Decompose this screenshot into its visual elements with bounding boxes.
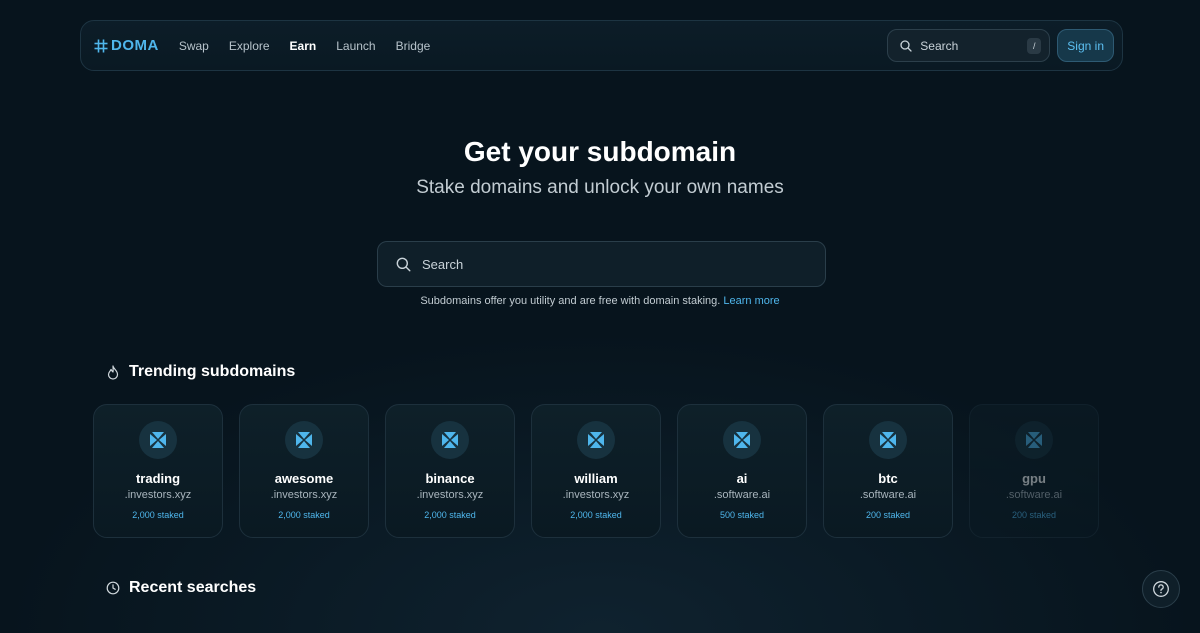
nav-right: Search / Sign in bbox=[887, 29, 1114, 62]
learn-more-link[interactable]: Learn more bbox=[723, 295, 779, 307]
card-domain: .software.ai bbox=[859, 489, 917, 501]
trending-cards: trading .investors.xyz 2,000 staked awes… bbox=[93, 404, 1099, 538]
flame-icon bbox=[107, 364, 119, 380]
nav-link-swap[interactable]: Swap bbox=[179, 39, 209, 53]
card-domain: .investors.xyz bbox=[416, 489, 484, 501]
subdomain-card[interactable]: btc .software.ai 200 staked bbox=[823, 404, 953, 538]
doma-token-icon bbox=[869, 421, 907, 459]
nav-link-earn[interactable]: Earn bbox=[290, 39, 317, 53]
doma-token-icon bbox=[1015, 421, 1053, 459]
doma-token-icon bbox=[285, 421, 323, 459]
card-name: trading bbox=[135, 471, 181, 486]
clock-icon bbox=[106, 581, 120, 595]
recent-heading: Recent searches bbox=[106, 579, 256, 597]
search-hint: Subdomains offer you utility and are fre… bbox=[0, 295, 1200, 307]
card-staked: 500 staked bbox=[719, 510, 765, 520]
card-staked: 2,000 staked bbox=[278, 510, 330, 520]
card-staked: 200 staked bbox=[1011, 510, 1057, 520]
card-name: awesome bbox=[274, 471, 334, 486]
search-shortcut-key: / bbox=[1027, 37, 1042, 54]
doma-token-icon bbox=[577, 421, 615, 459]
card-domain: .software.ai bbox=[713, 489, 771, 501]
recent-heading-text: Recent searches bbox=[129, 579, 257, 596]
card-name: binance bbox=[425, 471, 475, 486]
card-name: btc bbox=[878, 471, 898, 486]
subdomain-card[interactable]: trading .investors.xyz 2,000 staked bbox=[93, 404, 223, 538]
page-subtitle: Stake domains and unlock your own names bbox=[416, 177, 784, 198]
logo[interactable]: DOMA bbox=[94, 37, 159, 54]
subdomain-card[interactable]: ai .software.ai 500 staked bbox=[677, 404, 807, 538]
doma-token-icon bbox=[723, 421, 761, 459]
subdomain-card[interactable]: awesome .investors.xyz 2,000 staked bbox=[239, 404, 369, 538]
question-icon bbox=[1153, 581, 1169, 597]
card-domain: .investors.xyz bbox=[270, 489, 338, 501]
nav-link-launch[interactable]: Launch bbox=[336, 39, 375, 53]
doma-logo-icon bbox=[94, 39, 108, 52]
nav-link-explore[interactable]: Explore bbox=[229, 39, 270, 53]
nav-search-label: Search bbox=[920, 38, 959, 53]
subdomain-search-input[interactable] bbox=[422, 256, 807, 272]
card-staked: 2,000 staked bbox=[570, 510, 622, 520]
help-button[interactable] bbox=[1142, 570, 1180, 608]
nav-search-box[interactable]: Search / bbox=[887, 29, 1051, 62]
subdomain-search-box[interactable] bbox=[377, 241, 826, 287]
card-staked: 200 staked bbox=[865, 510, 911, 520]
card-domain: .software.ai bbox=[1005, 489, 1063, 501]
card-domain: .investors.xyz bbox=[562, 489, 630, 501]
card-staked: 2,000 staked bbox=[424, 510, 476, 520]
top-nav: DOMA Swap Explore Earn Launch Bridge Sea… bbox=[80, 20, 1123, 71]
nav-link-bridge[interactable]: Bridge bbox=[396, 39, 431, 53]
search-hint-text: Subdomains offer you utility and are fre… bbox=[420, 295, 721, 307]
logo-text: DOMA bbox=[111, 37, 159, 54]
card-domain: .investors.xyz bbox=[124, 489, 192, 501]
card-staked: 2,000 staked bbox=[132, 510, 184, 520]
trending-heading-text: Trending subdomains bbox=[129, 363, 296, 380]
search-icon bbox=[396, 257, 411, 272]
subdomain-card[interactable]: binance .investors.xyz 2,000 staked bbox=[385, 404, 515, 538]
doma-token-icon bbox=[139, 421, 177, 459]
page-title: Get your subdomain bbox=[463, 136, 737, 167]
subdomain-card[interactable]: gpu .software.ai 200 staked bbox=[969, 404, 1099, 538]
doma-token-icon bbox=[431, 421, 469, 459]
trending-heading: Trending subdomains bbox=[106, 363, 295, 381]
search-icon bbox=[900, 39, 912, 52]
sign-in-button[interactable]: Sign in bbox=[1057, 29, 1114, 62]
card-name: william bbox=[574, 471, 618, 486]
card-name: ai bbox=[736, 471, 748, 486]
nav-links: Swap Explore Earn Launch Bridge bbox=[179, 39, 430, 53]
subdomain-card[interactable]: william .investors.xyz 2,000 staked bbox=[531, 404, 661, 538]
card-name: gpu bbox=[1022, 471, 1046, 486]
